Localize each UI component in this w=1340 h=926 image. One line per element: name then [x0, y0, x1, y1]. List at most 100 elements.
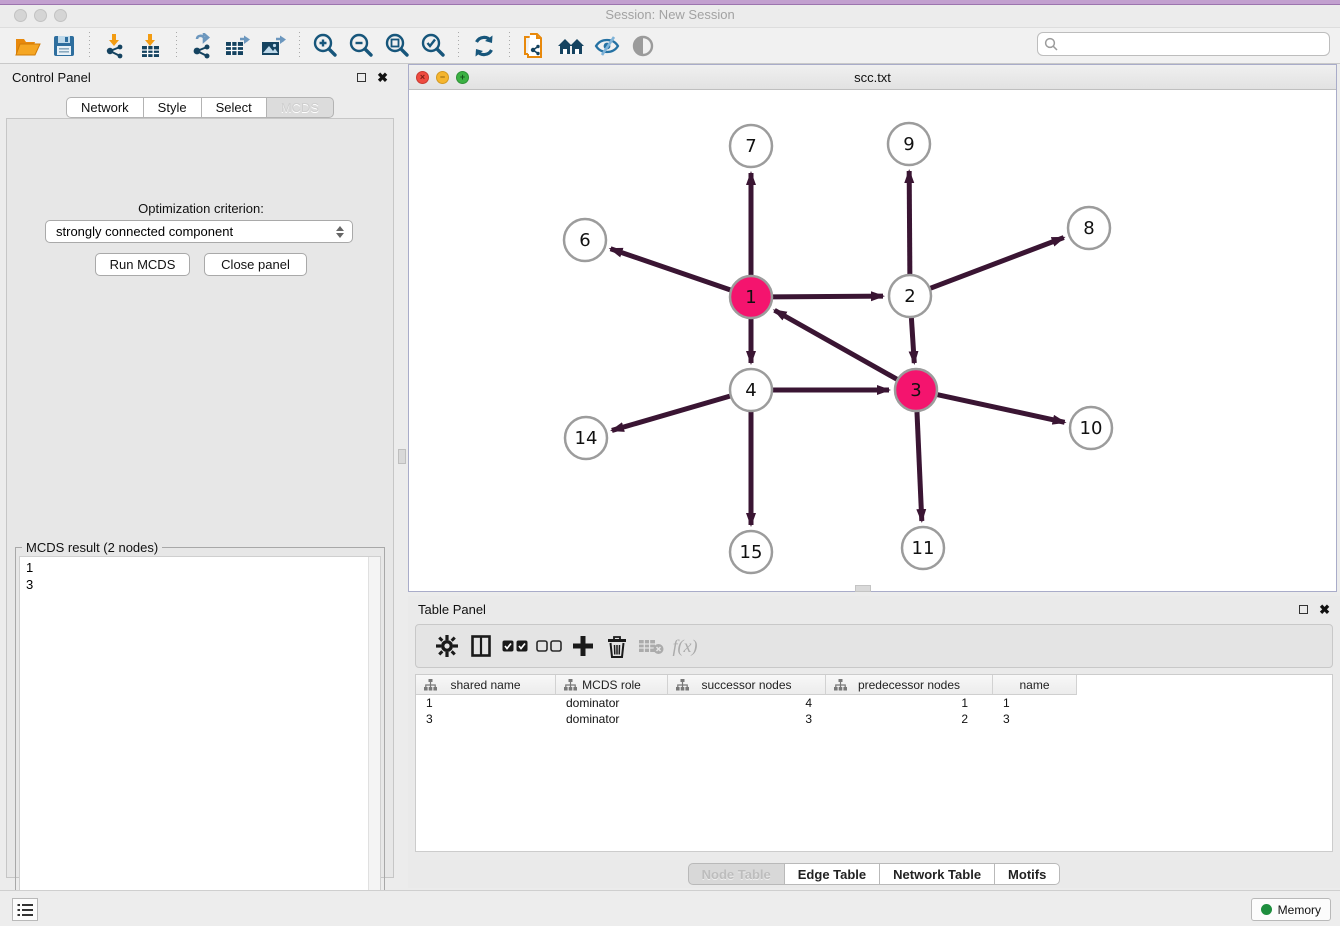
node-table: shared name MCDS role successor nodes pr… — [415, 674, 1333, 852]
run-mcds-button[interactable]: Run MCDS — [95, 253, 190, 276]
memory-label: Memory — [1278, 903, 1321, 917]
graph-edge-2-3[interactable] — [911, 318, 914, 363]
save-session-button[interactable] — [49, 31, 79, 61]
mcds-result-group: MCDS result (2 nodes) 1 3 — [15, 547, 385, 925]
open-session-button[interactable] — [13, 31, 43, 61]
control-panel-tabs: Network Style Select MCDS — [0, 97, 400, 118]
network-window-titlebar[interactable]: scc.txt × − + — [409, 65, 1336, 90]
optimization-criterion-label: Optimization criterion: — [7, 201, 395, 216]
table-row[interactable]: 1 dominator 4 1 1 — [416, 695, 1332, 711]
horizontal-splitter-handle[interactable] — [855, 585, 871, 592]
vertical-splitter-handle[interactable] — [398, 449, 406, 464]
add-column-button[interactable] — [566, 631, 600, 661]
close-panel-button[interactable]: Close panel — [204, 253, 307, 276]
memory-button[interactable]: Memory — [1251, 898, 1331, 921]
toolbar-separator — [458, 32, 459, 60]
column-header-name[interactable]: name — [993, 675, 1077, 695]
zoom-out-button[interactable] — [346, 31, 376, 61]
column-header-mcds-role[interactable]: MCDS role — [556, 675, 668, 695]
mcds-result-text[interactable]: 1 3 — [19, 556, 381, 921]
toggle-bird-view-button[interactable] — [592, 31, 622, 61]
close-panel-icon[interactable]: ✖ — [377, 71, 388, 84]
network-graph-canvas[interactable]: 7968124314101511 — [409, 90, 1336, 591]
tab-mcds[interactable]: MCDS — [267, 97, 334, 118]
criterion-select[interactable]: strongly connected component — [45, 220, 353, 243]
checked-boxes-icon — [502, 640, 528, 653]
deselect-all-rows-button[interactable] — [532, 631, 566, 661]
zoom-in-button[interactable] — [310, 31, 340, 61]
float-panel-icon[interactable] — [357, 73, 366, 82]
column-type-icon — [564, 679, 577, 691]
zoom-in-icon — [312, 33, 338, 59]
export-network-button[interactable] — [187, 31, 217, 61]
tab-network-table[interactable]: Network Table — [880, 863, 995, 885]
import-table-button[interactable] — [136, 31, 166, 61]
tab-style[interactable]: Style — [144, 97, 202, 118]
cell-name: 3 — [993, 711, 1077, 727]
table-row[interactable]: 3 dominator 3 2 3 — [416, 711, 1332, 727]
search-input[interactable] — [1037, 32, 1330, 56]
graph-edge-3-11[interactable] — [917, 412, 922, 521]
fx-icon: f(x) — [673, 636, 698, 657]
clone-network-icon — [522, 32, 548, 60]
control-panel: Control Panel ✖ Network Style Select MCD… — [0, 64, 400, 880]
import-table-icon — [138, 33, 164, 59]
zoom-fit-button[interactable] — [382, 31, 412, 61]
tab-select[interactable]: Select — [202, 97, 267, 118]
clone-network-button[interactable] — [520, 31, 550, 61]
plus-icon — [572, 635, 594, 657]
export-network-icon — [189, 33, 215, 59]
tab-motifs[interactable]: Motifs — [995, 863, 1060, 885]
select-all-rows-button[interactable] — [498, 631, 532, 661]
cell-mcds-role: dominator — [556, 695, 668, 711]
node-table-header: shared name MCDS role successor nodes pr… — [416, 675, 1332, 695]
table-settings-button[interactable] — [430, 631, 464, 661]
network-window-title: scc.txt — [409, 70, 1336, 85]
column-header-predecessor-nodes[interactable]: predecessor nodes — [826, 675, 993, 695]
column-type-icon — [676, 679, 689, 691]
home-view-button[interactable] — [556, 31, 586, 61]
export-image-button[interactable] — [259, 31, 289, 61]
import-network-button[interactable] — [100, 31, 130, 61]
toolbar-separator — [299, 32, 300, 60]
column-header-successor-nodes[interactable]: successor nodes — [668, 675, 826, 695]
graph-edge-2-8[interactable] — [931, 238, 1064, 289]
zoom-selected-button[interactable] — [418, 31, 448, 61]
control-panel-title: Control Panel — [12, 70, 91, 85]
cell-mcds-role: dominator — [556, 711, 668, 727]
trash-icon — [607, 635, 627, 658]
search-icon — [1044, 37, 1058, 51]
delete-table-icon — [638, 637, 664, 655]
graph-edge-2-9[interactable] — [909, 171, 910, 274]
graph-node-label-3: 3 — [910, 380, 921, 401]
export-table-button[interactable] — [223, 31, 253, 61]
task-history-button[interactable] — [12, 898, 38, 921]
column-header-shared-name[interactable]: shared name — [416, 675, 556, 695]
column-label: predecessor nodes — [858, 678, 960, 692]
close-table-panel-icon[interactable]: ✖ — [1319, 603, 1330, 616]
show-hide-panels-button[interactable] — [628, 31, 658, 61]
table-panel: Table Panel ✖ f(x) — [408, 596, 1340, 888]
graph-edge-1-6[interactable] — [611, 249, 731, 290]
graph-edge-1-2[interactable] — [773, 296, 883, 297]
delete-column-button[interactable] — [600, 631, 634, 661]
tab-edge-table[interactable]: Edge Table — [785, 863, 880, 885]
column-type-icon — [834, 679, 847, 691]
graph-edge-3-1[interactable] — [775, 310, 897, 379]
float-table-panel-icon[interactable] — [1299, 605, 1308, 614]
toolbar-separator — [89, 32, 90, 60]
refresh-button[interactable] — [469, 31, 499, 61]
status-bar: Memory — [0, 890, 1340, 926]
table-panel-tabs: Node Table Edge Table Network Table Moti… — [408, 863, 1340, 885]
tab-network[interactable]: Network — [66, 97, 144, 118]
graph-edge-4-14[interactable] — [612, 396, 730, 430]
export-image-icon — [260, 33, 288, 59]
cell-predecessor-nodes: 1 — [826, 695, 993, 711]
criterion-value: strongly connected component — [56, 224, 233, 239]
cell-successor-nodes: 4 — [668, 695, 826, 711]
tab-node-table[interactable]: Node Table — [688, 863, 785, 885]
import-network-icon — [102, 33, 128, 59]
graph-edge-3-10[interactable] — [937, 395, 1064, 423]
result-scrollbar[interactable] — [368, 557, 380, 920]
show-column-panel-button[interactable] — [464, 631, 498, 661]
